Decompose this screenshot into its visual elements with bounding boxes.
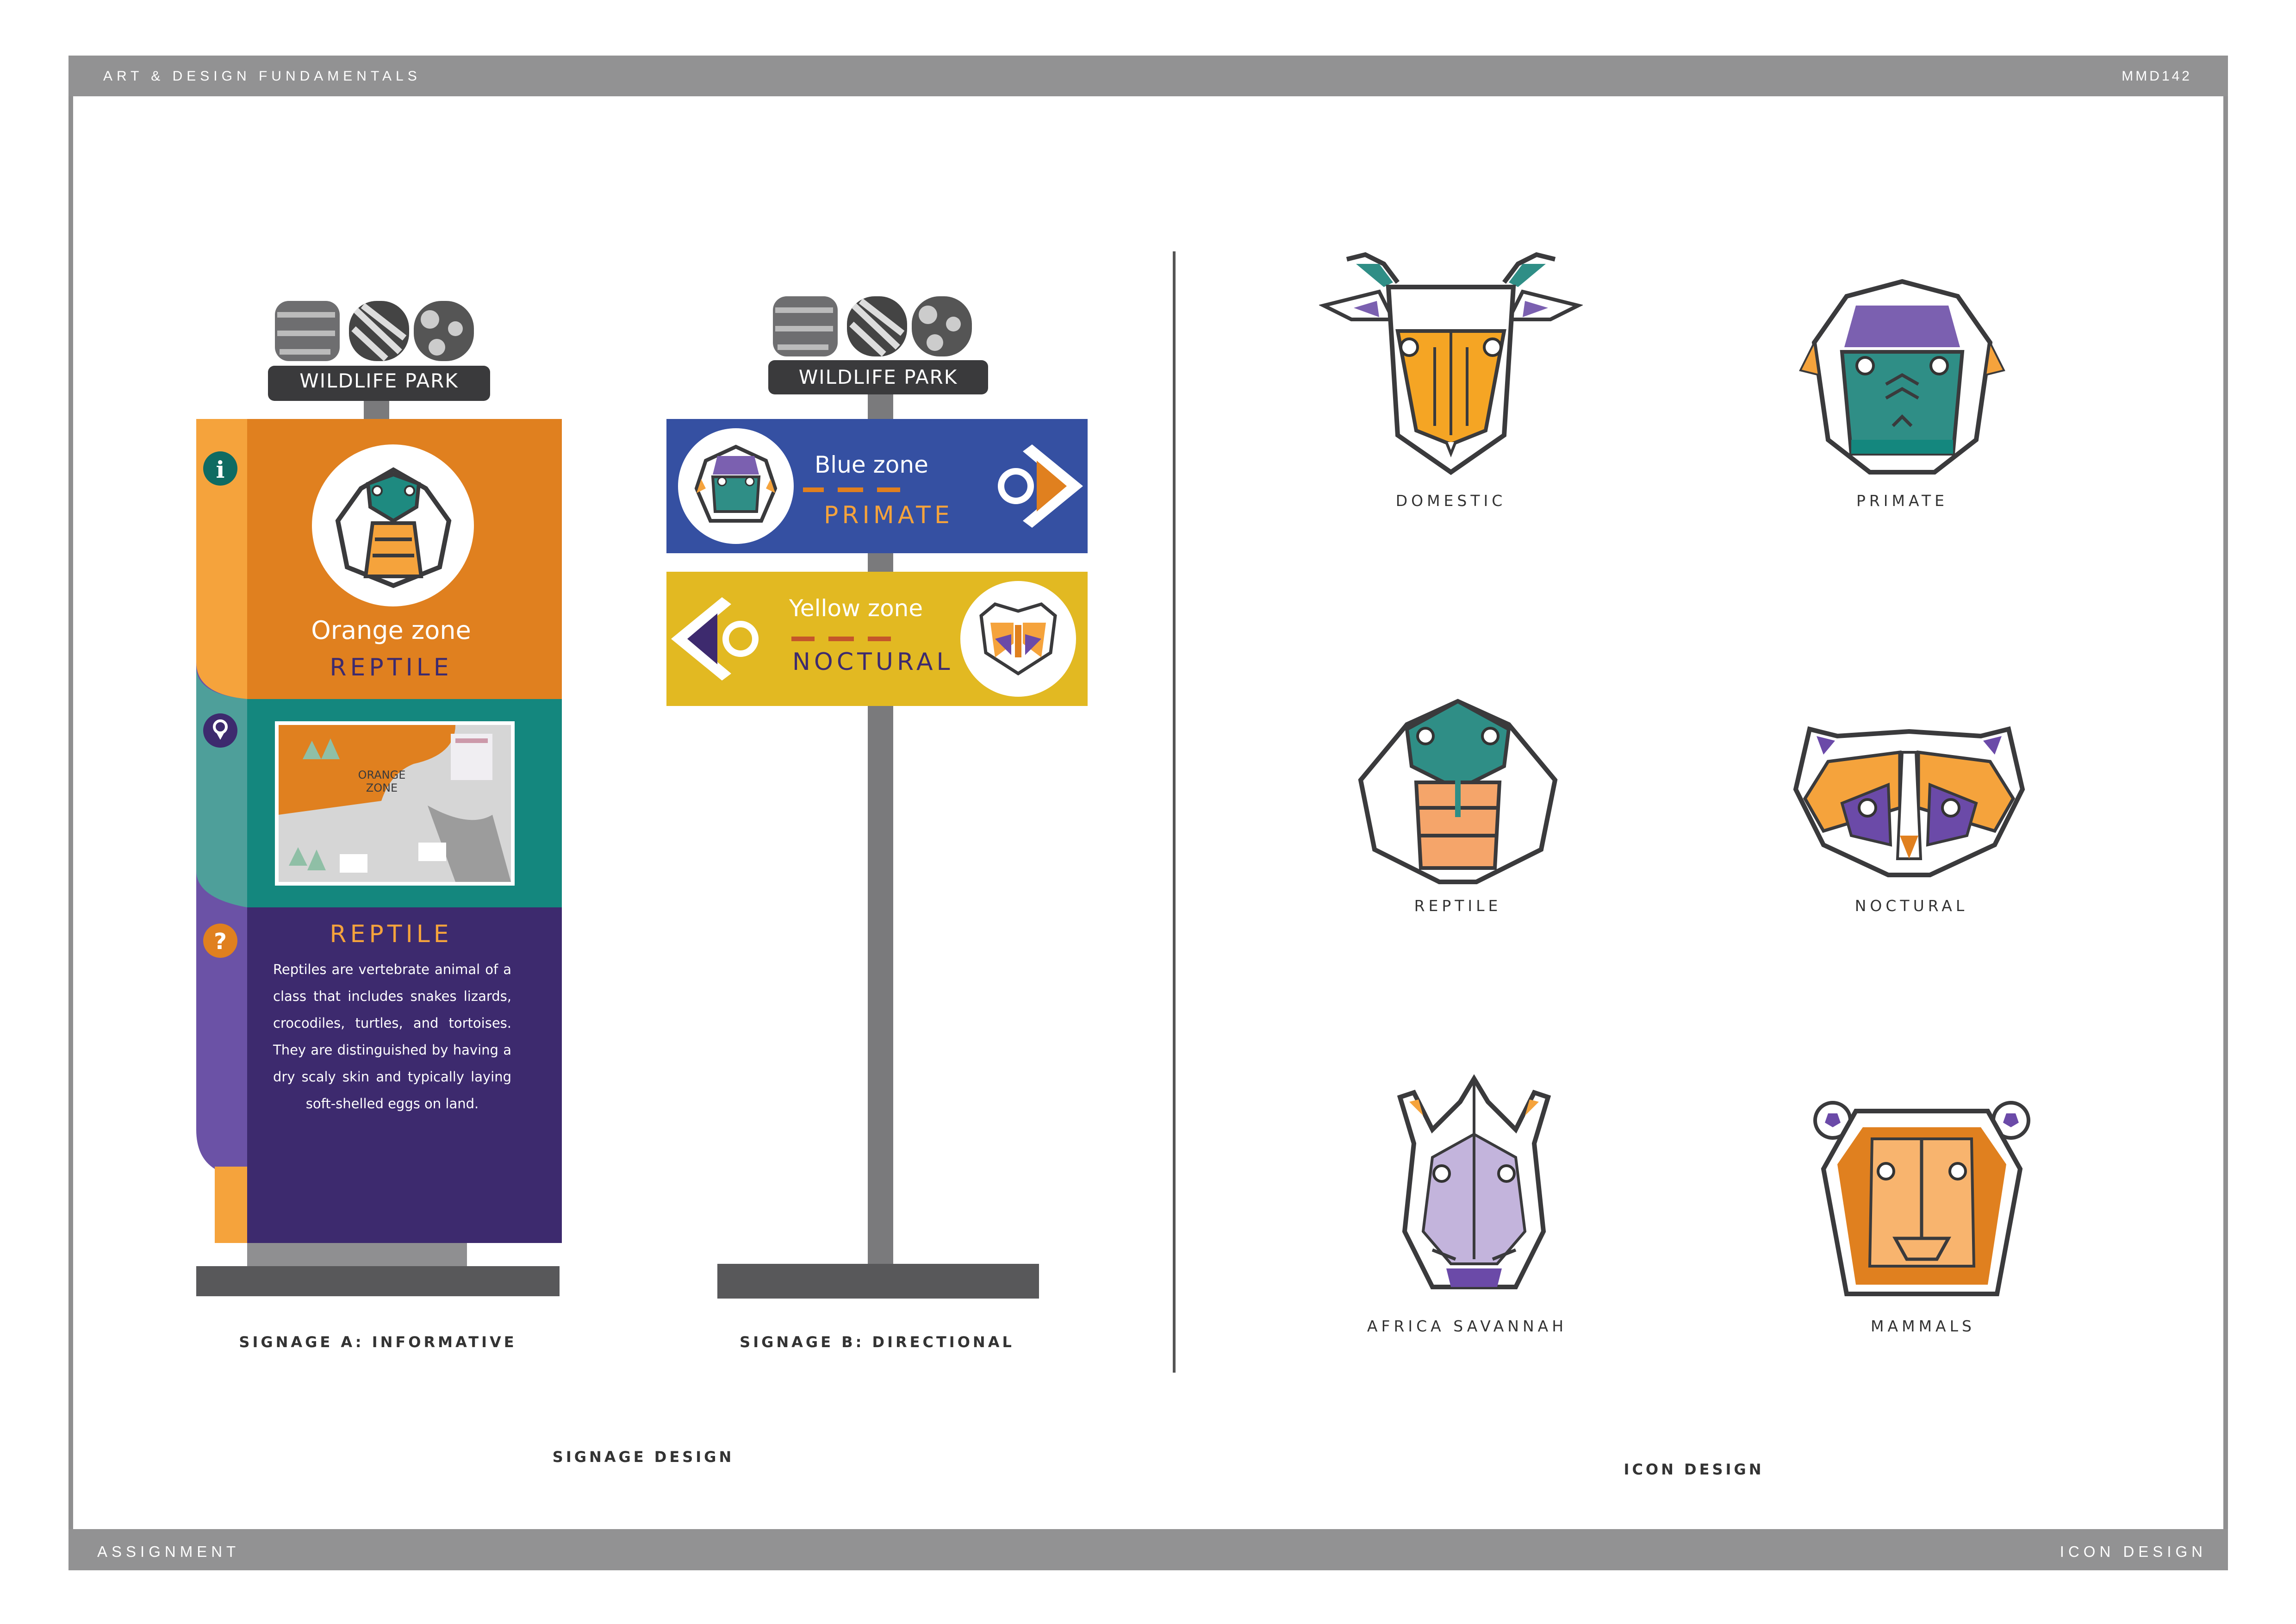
- info-title: REPTILE: [330, 920, 453, 948]
- raccoon-icon: [1793, 726, 2025, 877]
- orange-zone-title: Orange zone: [311, 616, 471, 645]
- icon-label-noctural: NOCTURAL: [1854, 897, 1968, 915]
- signage-b-caption: SIGNAGE B: DIRECTIONAL: [740, 1333, 1014, 1351]
- zoo-logo-icon: [773, 296, 972, 357]
- footer-right-text: ICON DESIGN: [2060, 1543, 2207, 1560]
- icon-label-domestic: DOMESTIC: [1395, 492, 1506, 510]
- svg-text:?: ?: [214, 929, 227, 955]
- cobra-icon: [1358, 699, 1558, 884]
- header-right-text: MMD142: [2122, 69, 2192, 84]
- yellow-zone-title: Yellow zone: [789, 595, 923, 622]
- signage-informative: i ?: [196, 296, 562, 1296]
- blue-zone-title: Blue zone: [815, 451, 928, 478]
- goat-icon: [1319, 252, 1583, 475]
- raccoon-icon: [979, 602, 1057, 676]
- orange-zone-name: REPTILE: [330, 654, 453, 681]
- svg-text:i: i: [216, 456, 225, 483]
- zoo-logo-icon: [275, 301, 474, 362]
- gorilla-icon: [1799, 279, 2005, 475]
- icon-section-caption: ICON DESIGN: [1624, 1461, 1764, 1478]
- header-left-text: ART & DESIGN FUNDAMENTALS: [103, 69, 421, 84]
- icon-label-mammals: MAMMALS: [1871, 1317, 1975, 1335]
- info-paragraph: Reptiles are vertebrate animal of a clas…: [273, 962, 511, 1112]
- map-zone-label: ORANGE ZONE: [358, 768, 406, 794]
- signage-a-caption: SIGNAGE A: INFORMATIVE: [239, 1333, 517, 1351]
- gorilla-icon: [694, 444, 778, 523]
- footer-bar: ASSIGNMENT ICON DESIGN: [68, 1529, 2228, 1570]
- bear-icon: [1813, 1101, 2030, 1296]
- section-divider: [1173, 251, 1176, 1373]
- icon-label-africa-savannah: AFRICA SAVANNAH: [1367, 1317, 1568, 1335]
- informative-sign-graphic: i ?: [196, 301, 562, 1296]
- icon-label-reptile: REPTILE: [1414, 897, 1502, 915]
- blue-zone-name: PRIMATE: [824, 501, 953, 529]
- logo-badge-text-a: WILDLIFE PARK: [299, 369, 459, 392]
- logo-badge-text-b: WILDLIFE PARK: [798, 366, 958, 388]
- cobra-icon: [335, 467, 452, 588]
- rhino-icon: [1397, 1074, 1551, 1289]
- signage-section-caption: SIGNAGE DESIGN: [552, 1448, 734, 1466]
- header-bar: ART & DESIGN FUNDAMENTALS MMD142: [68, 56, 2228, 96]
- footer-left-text: ASSIGNMENT: [97, 1543, 240, 1560]
- icon-label-primate: PRIMATE: [1856, 492, 1948, 510]
- yellow-zone-name: NOCTURAL: [792, 648, 954, 676]
